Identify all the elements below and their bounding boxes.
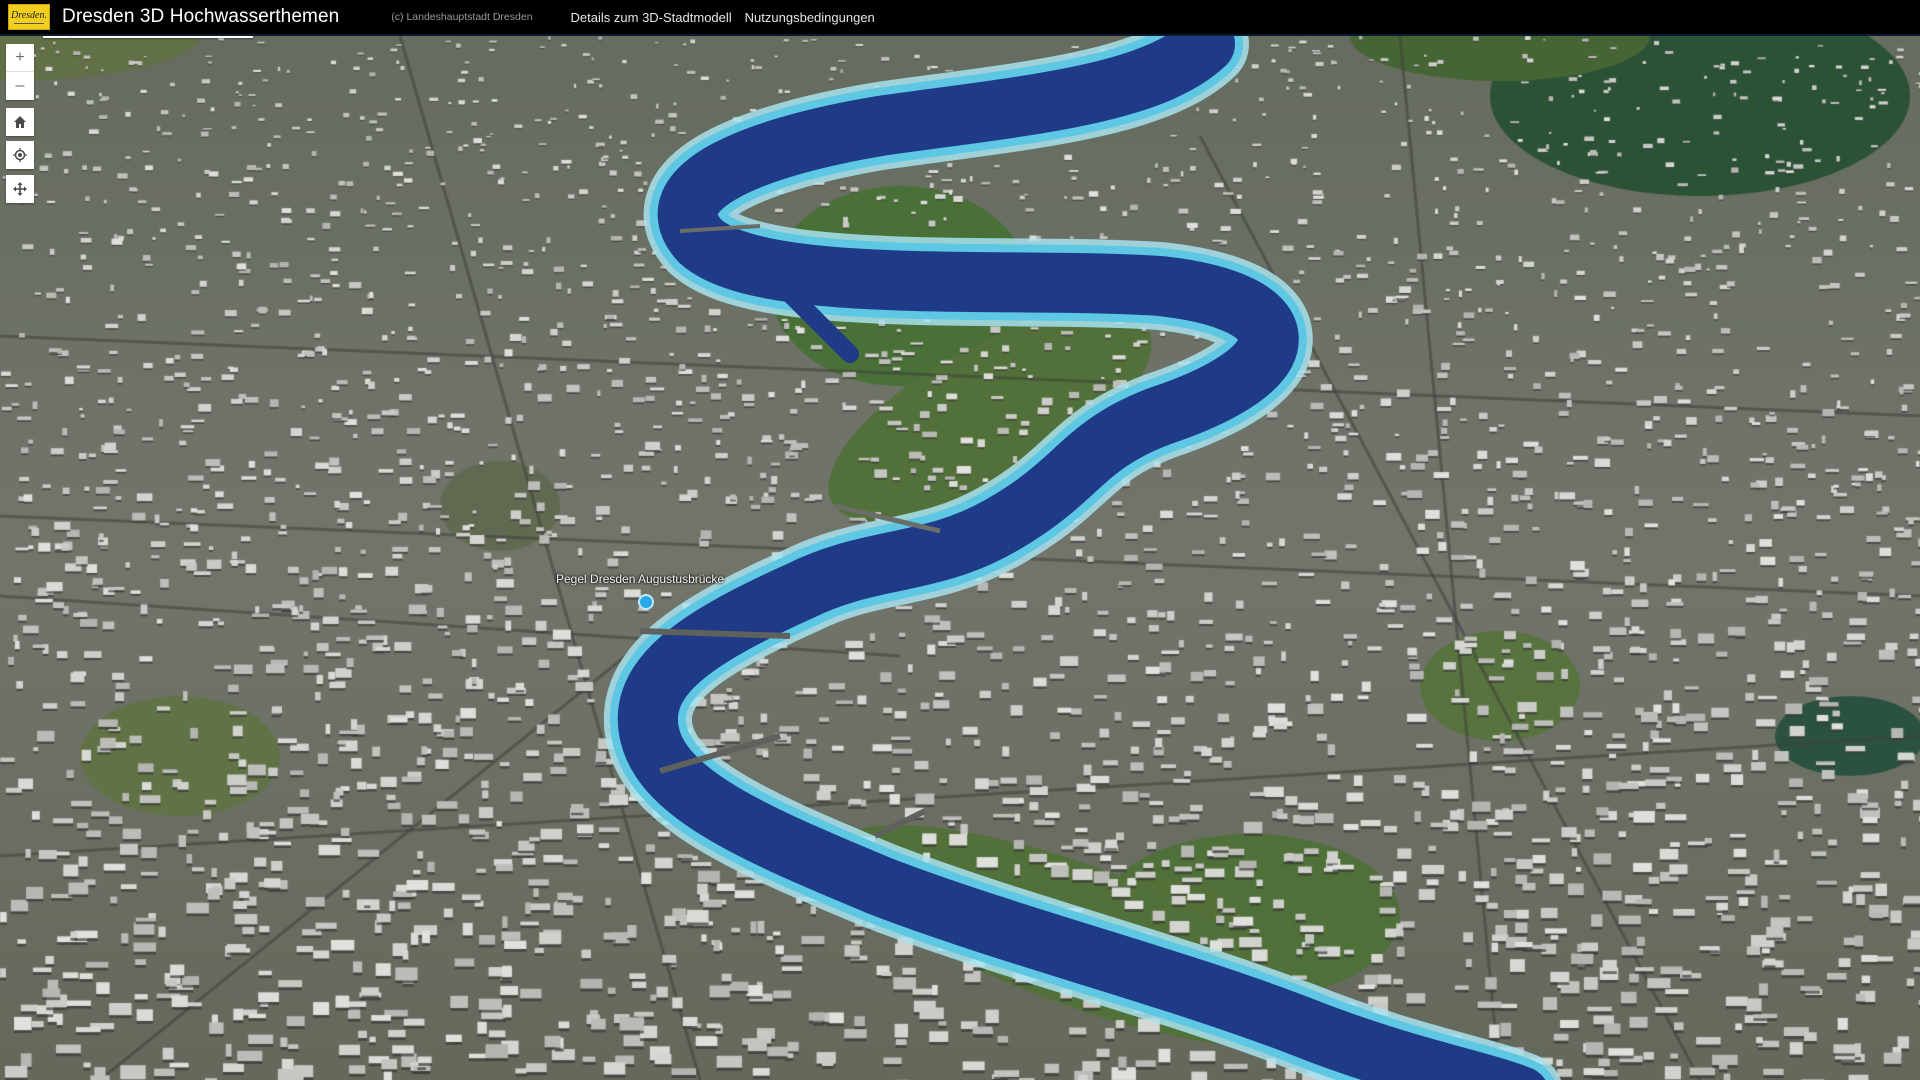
dresden-logo[interactable]: Dresden.: [8, 4, 50, 30]
details-3d-model-link[interactable]: Details zum 3D-Stadtmodell: [571, 10, 732, 25]
pan-control: [6, 175, 34, 203]
locate-button[interactable]: [6, 141, 34, 169]
locate-icon: [13, 148, 27, 162]
elbe-river-flood-layer: [604, 36, 1561, 1080]
home-button[interactable]: [6, 108, 34, 136]
pan-button[interactable]: [6, 175, 34, 203]
bridge: [873, 808, 927, 839]
logo-text: Dresden.: [10, 9, 47, 21]
zoom-in-button[interactable]: +: [6, 44, 34, 72]
home-icon: [14, 116, 26, 128]
pan-icon: [13, 182, 27, 196]
home-control: [6, 108, 34, 136]
gauge-station-marker[interactable]: [638, 594, 654, 610]
terms-of-use-link[interactable]: Nutzungsbedingungen: [745, 10, 875, 25]
zoom-controls: + –: [6, 44, 34, 100]
map-view[interactable]: Pegel Dresden Augustusbrücke: [0, 36, 1920, 1080]
zoom-out-button[interactable]: –: [6, 72, 34, 100]
gauge-station-label: Pegel Dresden Augustusbrücke: [556, 572, 725, 586]
app-title: Dresden 3D Hochwasserthemen: [62, 6, 340, 27]
locate-control: [6, 141, 34, 169]
logo-underline: [14, 22, 44, 24]
app-header: Dresden. Dresden 3D Hochwasserthemen (c)…: [0, 0, 1920, 36]
copyright-text: (c) Landeshauptstadt Dresden: [391, 11, 533, 23]
